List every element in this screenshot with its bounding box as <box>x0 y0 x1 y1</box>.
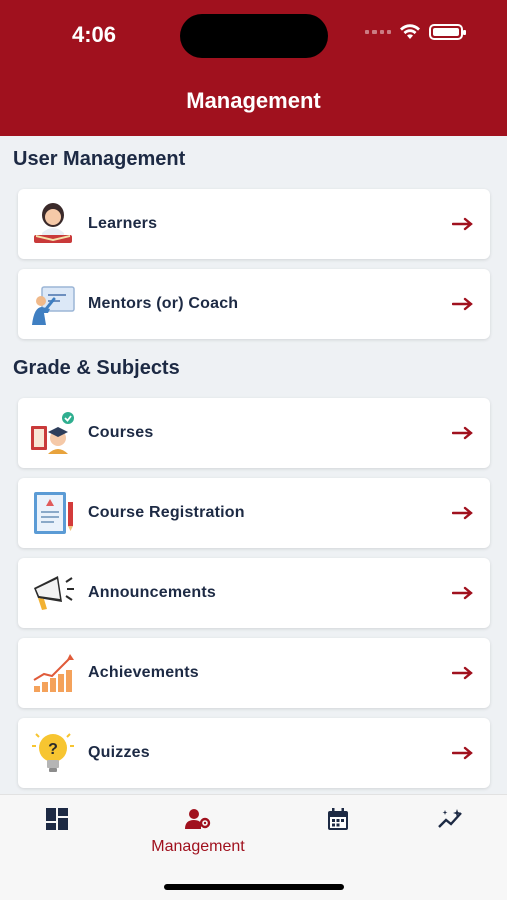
learner-reading-icon <box>28 199 78 249</box>
course-registration-card[interactable]: Course Registration <box>18 478 490 548</box>
dashboard-icon <box>46 808 68 830</box>
mentor-whiteboard-icon <box>28 279 78 329</box>
sparkle-chart-icon <box>438 809 462 828</box>
status-indicators <box>365 24 466 40</box>
achievements-card[interactable]: Achievements <box>18 638 490 708</box>
mentors-coach-card[interactable]: Mentors (or) Coach <box>18 269 490 339</box>
announcements-label: Announcements <box>88 584 216 601</box>
arrow-right-icon <box>452 666 473 680</box>
battery-icon <box>429 24 466 40</box>
tab-management[interactable]: Management <box>148 807 248 856</box>
question-bulb-icon: ? <box>28 728 78 778</box>
learners-card[interactable]: Learners <box>18 189 490 259</box>
svg-text:?: ? <box>48 741 58 758</box>
quizzes-label: Quizzes <box>88 744 150 761</box>
achievements-label: Achievements <box>88 664 199 681</box>
course-registration-label: Course Registration <box>88 504 245 521</box>
section-title-user-management: User Management <box>13 148 186 170</box>
section-title-grade-subjects: Grade & Subjects <box>13 357 180 379</box>
arrow-right-icon <box>452 746 473 760</box>
status-time: 4:06 <box>72 22 117 47</box>
growth-chart-icon <box>28 648 78 698</box>
cellular-signal-icon <box>365 30 391 34</box>
page-title: Management <box>186 88 321 113</box>
arrow-right-icon <box>452 426 473 440</box>
app-header: 4:06 Management <box>0 0 507 136</box>
announcements-card[interactable]: Announcements <box>18 558 490 628</box>
courses-graduate-icon <box>28 408 78 458</box>
tab-calendar[interactable] <box>288 807 388 836</box>
arrow-right-icon <box>452 506 473 520</box>
registration-form-icon <box>28 488 78 538</box>
tab-insights[interactable] <box>401 807 501 836</box>
mentors-coach-label: Mentors (or) Coach <box>88 295 239 312</box>
courses-card[interactable]: Courses <box>18 398 490 468</box>
dynamic-island <box>180 14 328 58</box>
user-gear-icon <box>185 809 211 829</box>
home-indicator[interactable] <box>164 884 344 890</box>
courses-label: Courses <box>88 424 154 441</box>
megaphone-icon <box>28 568 78 618</box>
arrow-right-icon <box>452 297 473 311</box>
arrow-right-icon <box>452 586 473 600</box>
arrow-right-icon <box>452 217 473 231</box>
learners-label: Learners <box>88 215 158 232</box>
management-list[interactable]: User Management Learners Mentors (or) Co… <box>0 136 507 794</box>
wifi-icon <box>400 24 420 39</box>
tab-management-label: Management <box>151 838 245 855</box>
calendar-icon <box>328 808 348 830</box>
quizzes-card[interactable]: ? Quizzes <box>18 718 490 788</box>
tab-dashboard[interactable] <box>7 807 107 836</box>
